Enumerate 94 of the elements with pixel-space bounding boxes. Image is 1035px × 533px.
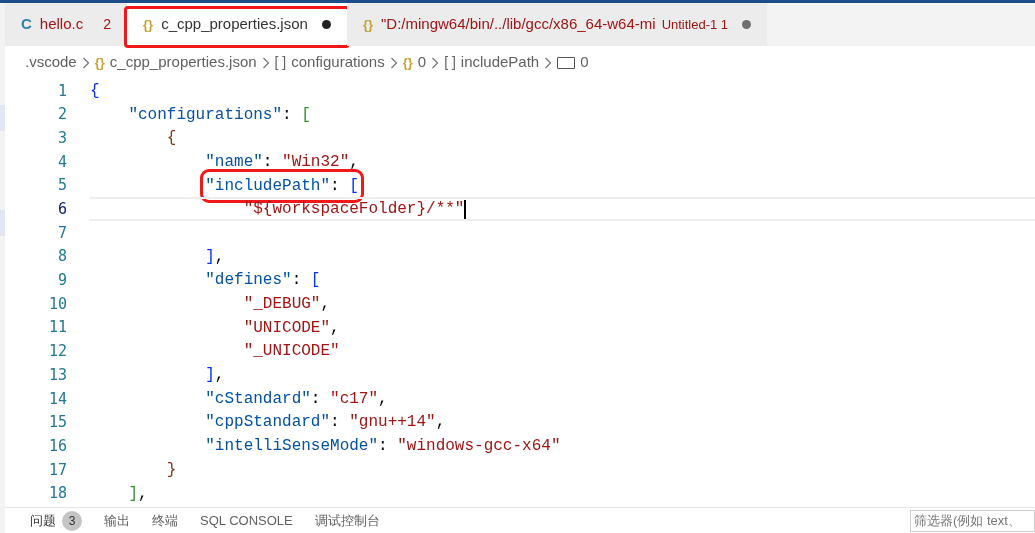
tab-description: Untitled-1 1 [661, 15, 729, 34]
breadcrumb-item[interactable]: includePath [460, 51, 540, 74]
braces-icon: {} [402, 52, 413, 73]
line-number: 9 [56, 270, 67, 292]
code-key: "name" [205, 149, 263, 174]
code-punctuation: , [330, 317, 340, 339]
editor-tab[interactable]: C hello.c 2 [5, 3, 127, 46]
breadcrumb-item[interactable]: c_cpp_properties.json [109, 51, 257, 74]
code-string: "c17" [330, 388, 379, 410]
code-bracket: [ [301, 104, 311, 126]
code-bracket: { [166, 128, 177, 150]
code-bracket: } [166, 459, 177, 481]
chevron-icon [431, 56, 440, 69]
tab-label: hello.c [39, 14, 84, 35]
breadcrumb-item[interactable]: 0 [417, 51, 427, 74]
breadcrumb-item[interactable]: configurations [291, 51, 385, 74]
code-string: "_UNICODE" [243, 341, 340, 363]
code-punctuation: , [435, 412, 446, 434]
tab-label: "D:/mingw64/bin/../lib/gcc/x86_64-w64-mi [381, 14, 656, 35]
text-cursor [464, 199, 467, 219]
code-bracket: ] [205, 246, 215, 268]
line-number: 13 [47, 364, 67, 386]
brackets-icon: [ ] [444, 52, 456, 73]
selection-marker [0, 105, 5, 131]
editor-tab[interactable]: {} "D:/mingw64/bin/../lib/gcc/x86_64-w64-mi Untitled-1 1 [346, 3, 768, 46]
panel-tab[interactable]: 调试控制台 [314, 510, 380, 531]
line-number: 6 [56, 199, 67, 221]
line-number: 15 [47, 412, 67, 434]
chevron-icon [261, 56, 270, 69]
tab-label: c_cpp_properties.json [161, 14, 308, 35]
code-punctuation: : [282, 104, 293, 126]
line-number: 5 [56, 175, 67, 197]
code-key: "intelliSenseMode" [205, 434, 379, 459]
selection-marker [0, 210, 5, 236]
code-punctuation: : [330, 175, 341, 197]
panel-tab[interactable]: 终端 [152, 510, 178, 531]
line-number: 2 [56, 104, 67, 126]
code-key: "cppStandard" [205, 410, 331, 435]
line-number: 14 [47, 388, 67, 410]
code-bracket: { [90, 80, 100, 102]
code-punctuation: : [330, 412, 341, 434]
line-number: 1 [56, 80, 67, 102]
code-punctuation: : [262, 151, 274, 173]
code-punctuation: , [214, 246, 225, 268]
code-string: "windows-gcc-x64" [397, 436, 561, 458]
code-key: "cStandard" [205, 386, 311, 411]
line-number: 11 [47, 317, 67, 339]
code-punctuation: , [214, 365, 225, 387]
code-bracket: ] [128, 483, 138, 505]
code-punctuation: : [291, 270, 303, 292]
panel-tab[interactable]: 问题 3 [30, 510, 82, 531]
breadcrumb-item[interactable]: 0 [580, 51, 589, 74]
code-punctuation: , [349, 151, 359, 173]
code-key: "includePath" [205, 173, 331, 198]
code-punctuation: , [138, 483, 148, 505]
line-number: 16 [47, 435, 67, 457]
code-string: "${workspaceFolder}/**" [243, 199, 465, 221]
line-number: 3 [56, 127, 67, 149]
line-number: 12 [47, 341, 67, 363]
line-number: 17 [47, 459, 67, 481]
breadcrumb-item[interactable]: .vscode [25, 51, 77, 74]
code-bracket: [ [349, 175, 359, 197]
panel-tab[interactable]: SQL CONSOLE [200, 510, 293, 531]
brackets-icon: [ ] [274, 52, 287, 73]
chevron-icon [389, 56, 398, 69]
line-number: 4 [56, 151, 67, 173]
line-number: 8 [56, 246, 67, 268]
count-badge: 3 [62, 510, 82, 531]
chevron-icon [544, 56, 553, 69]
code-bracket: ] [205, 365, 215, 387]
code-string: "_DEBUG" [243, 294, 321, 316]
code-punctuation: , [320, 294, 331, 316]
panel-tab[interactable]: 输出 [104, 510, 130, 531]
braces-icon: {} [94, 52, 105, 73]
code-bracket: [ [310, 270, 321, 292]
problem-count: 2 [103, 15, 111, 34]
line-number: 7 [56, 222, 67, 244]
line-number: 10 [47, 293, 67, 315]
c-file-icon: C [21, 13, 32, 36]
code-string: "UNICODE" [243, 317, 331, 339]
braces-icon: {} [362, 14, 373, 35]
code-punctuation: : [378, 436, 389, 458]
code-string: "Win32" [282, 151, 350, 173]
editor-tab[interactable]: {} c_cpp_properties.json [127, 3, 347, 46]
braces-icon: {} [143, 14, 154, 35]
code-string: "gnu++14" [349, 412, 436, 434]
string-icon [557, 56, 576, 69]
code-key: "configurations" [128, 102, 283, 127]
code-punctuation: , [378, 388, 388, 410]
chevron-icon [81, 56, 90, 69]
filter-field[interactable]: 筛选器(例如 text、 [910, 509, 1035, 532]
line-number: 18 [47, 483, 67, 505]
code-punctuation: : [310, 388, 322, 410]
code-key: "defines" [205, 268, 292, 293]
